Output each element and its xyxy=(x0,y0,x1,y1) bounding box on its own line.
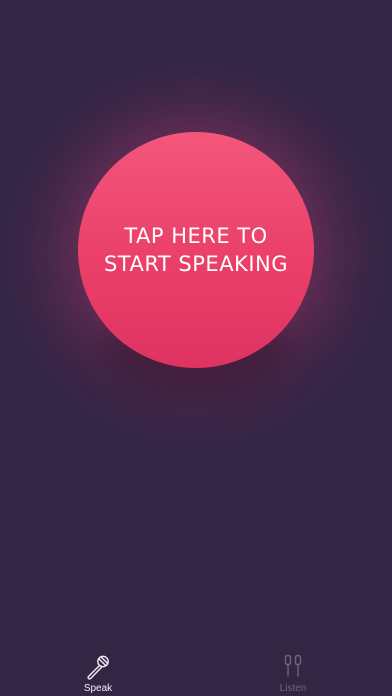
tab-speak-label: Speak xyxy=(83,683,113,694)
speak-button-line-1: TAP HERE TO xyxy=(124,224,268,248)
start-speaking-button[interactable]: TAP HERE TO START SPEAKING xyxy=(78,132,314,368)
speak-button-line-2: START SPEAKING xyxy=(103,252,289,276)
tab-bar: Speak Listen xyxy=(0,646,392,696)
tab-speak[interactable]: Speak xyxy=(63,646,133,694)
tab-listen[interactable]: Listen xyxy=(258,646,328,694)
earphones-icon xyxy=(284,654,302,677)
microphone-icon xyxy=(87,655,109,680)
tab-listen-label: Listen xyxy=(279,683,307,694)
